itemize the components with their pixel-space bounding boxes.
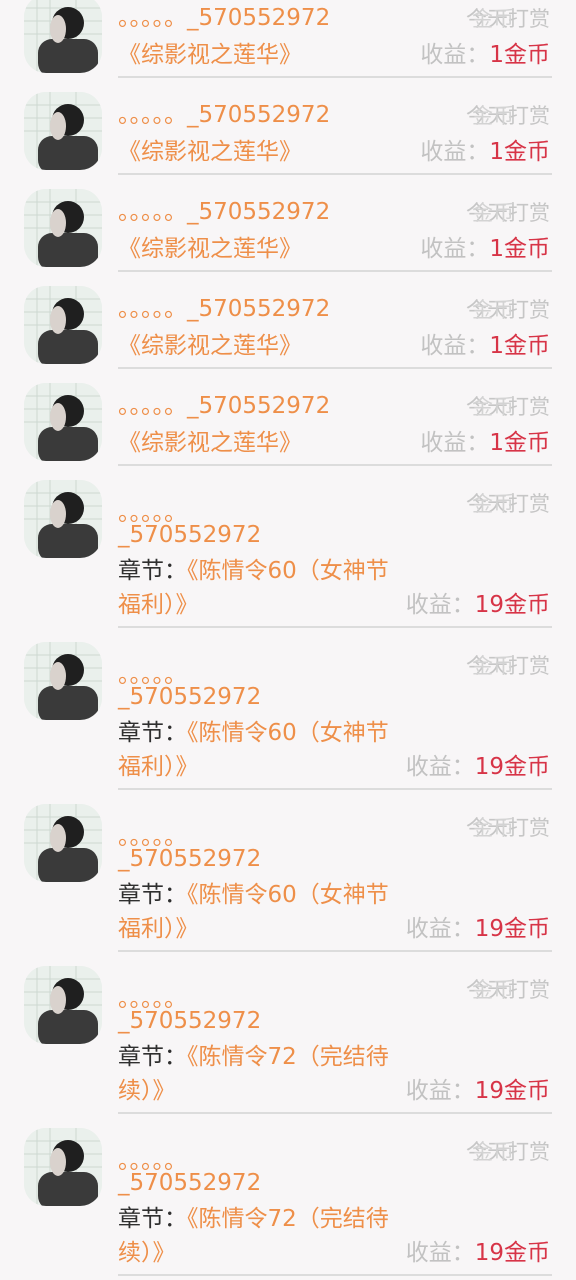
user-name[interactable]: 。。。。。_570552972	[118, 197, 330, 227]
reward-time: 今天打赏 金币	[466, 298, 550, 322]
reward-time: 今天打赏 金币	[466, 395, 550, 419]
avatar[interactable]	[24, 1128, 102, 1206]
chapter[interactable]: 章节：《陈情令72（完结待续）》	[118, 1040, 398, 1108]
divider	[118, 173, 552, 175]
avatar[interactable]	[24, 189, 102, 267]
divider	[118, 367, 552, 369]
list-item[interactable]: 。。。。。 _570552972 今天打赏 金币 章节：《陈情令60（女神节福利…	[0, 630, 576, 792]
book-title[interactable]: 《综影视之莲华》	[118, 234, 302, 264]
income: 收益：19金币	[405, 1078, 550, 1104]
reward-time: 今天打赏 金币	[466, 816, 550, 840]
income: 收益：19金币	[405, 754, 550, 780]
reward-time: 今天打赏 金币	[466, 978, 550, 1002]
chapter[interactable]: 章节：《陈情令60（女神节福利）》	[118, 878, 398, 946]
reward-time: 今天打赏 金币	[466, 654, 550, 678]
book-title[interactable]: 《综影视之莲华》	[118, 331, 302, 361]
reward-time: 今天打赏 金币	[466, 1140, 550, 1164]
list-item[interactable]: 。。。。。 _570552972 今天打赏 金币 章节：《陈情令60（女神节福利…	[0, 468, 576, 630]
divider	[118, 270, 552, 272]
list-item[interactable]: 。。。。。 _570552972 今天打赏 金币 章节：《陈情令60（女神节福利…	[0, 792, 576, 954]
divider	[118, 788, 552, 790]
book-title[interactable]: 《综影视之莲华》	[118, 40, 302, 70]
list-item[interactable]: 。。。。。 _570552972 今天打赏 金币 章节：《陈情令72（完结待续）…	[0, 1116, 576, 1280]
divider	[118, 1112, 552, 1114]
income: 收益：1金币	[420, 42, 550, 68]
avatar[interactable]	[24, 966, 102, 1044]
user-name[interactable]: 。。。。。_570552972	[118, 100, 330, 130]
divider	[118, 1274, 552, 1276]
divider	[118, 626, 552, 628]
reward-time: 今天打赏 金币	[466, 492, 550, 516]
user-name[interactable]: 。。。。。_570552972	[118, 294, 330, 324]
reward-record-list: 。。。。。_570552972 今天打赏 金币 《综影视之莲华》 收益：1金币 …	[0, 0, 576, 1280]
reward-time: 今天打赏 金币	[466, 201, 550, 225]
income: 收益：1金币	[420, 236, 550, 262]
chapter[interactable]: 章节：《陈情令60（女神节福利）》	[118, 716, 398, 784]
avatar[interactable]	[24, 383, 102, 461]
list-item[interactable]: 。。。。。_570552972 今天打赏 金币 《综影视之莲华》 收益：1金币	[0, 371, 576, 468]
user-name-id[interactable]: _570552972	[118, 520, 261, 550]
list-item[interactable]: 。。。。。_570552972 今天打赏 金币 《综影视之莲华》 收益：1金币	[0, 274, 576, 371]
avatar[interactable]	[24, 92, 102, 170]
list-item[interactable]: 。。。。。 _570552972 今天打赏 金币 章节：《陈情令72（完结待续）…	[0, 954, 576, 1116]
income: 收益：19金币	[405, 1240, 550, 1266]
divider	[118, 950, 552, 952]
user-name[interactable]: 。。。。。_570552972	[118, 3, 330, 33]
income: 收益：1金币	[420, 333, 550, 359]
divider	[118, 76, 552, 78]
income: 收益：19金币	[405, 592, 550, 618]
income: 收益：1金币	[420, 139, 550, 165]
chapter[interactable]: 章节：《陈情令72（完结待续）》	[118, 1202, 398, 1270]
avatar[interactable]	[24, 0, 102, 73]
income: 收益：19金币	[405, 916, 550, 942]
user-name-id[interactable]: _570552972	[118, 682, 261, 712]
user-name-id[interactable]: _570552972	[118, 1168, 261, 1198]
avatar[interactable]	[24, 480, 102, 558]
chapter[interactable]: 章节：《陈情令60（女神节福利）》	[118, 554, 398, 622]
income: 收益：1金币	[420, 430, 550, 456]
user-name[interactable]: 。。。。。_570552972	[118, 391, 330, 421]
reward-time: 今天打赏 金币	[466, 104, 550, 128]
book-title[interactable]: 《综影视之莲华》	[118, 137, 302, 167]
list-item[interactable]: 。。。。。_570552972 今天打赏 金币 《综影视之莲华》 收益：1金币	[0, 177, 576, 274]
avatar[interactable]	[24, 286, 102, 364]
reward-time: 今天打赏 金币	[466, 7, 550, 31]
avatar[interactable]	[24, 804, 102, 882]
user-name-id[interactable]: _570552972	[118, 844, 261, 874]
divider	[118, 464, 552, 466]
avatar[interactable]	[24, 642, 102, 720]
book-title[interactable]: 《综影视之莲华》	[118, 428, 302, 458]
user-name-id[interactable]: _570552972	[118, 1006, 261, 1036]
list-item[interactable]: 。。。。。_570552972 今天打赏 金币 《综影视之莲华》 收益：1金币	[0, 80, 576, 177]
list-item[interactable]: 。。。。。_570552972 今天打赏 金币 《综影视之莲华》 收益：1金币	[0, 0, 576, 80]
